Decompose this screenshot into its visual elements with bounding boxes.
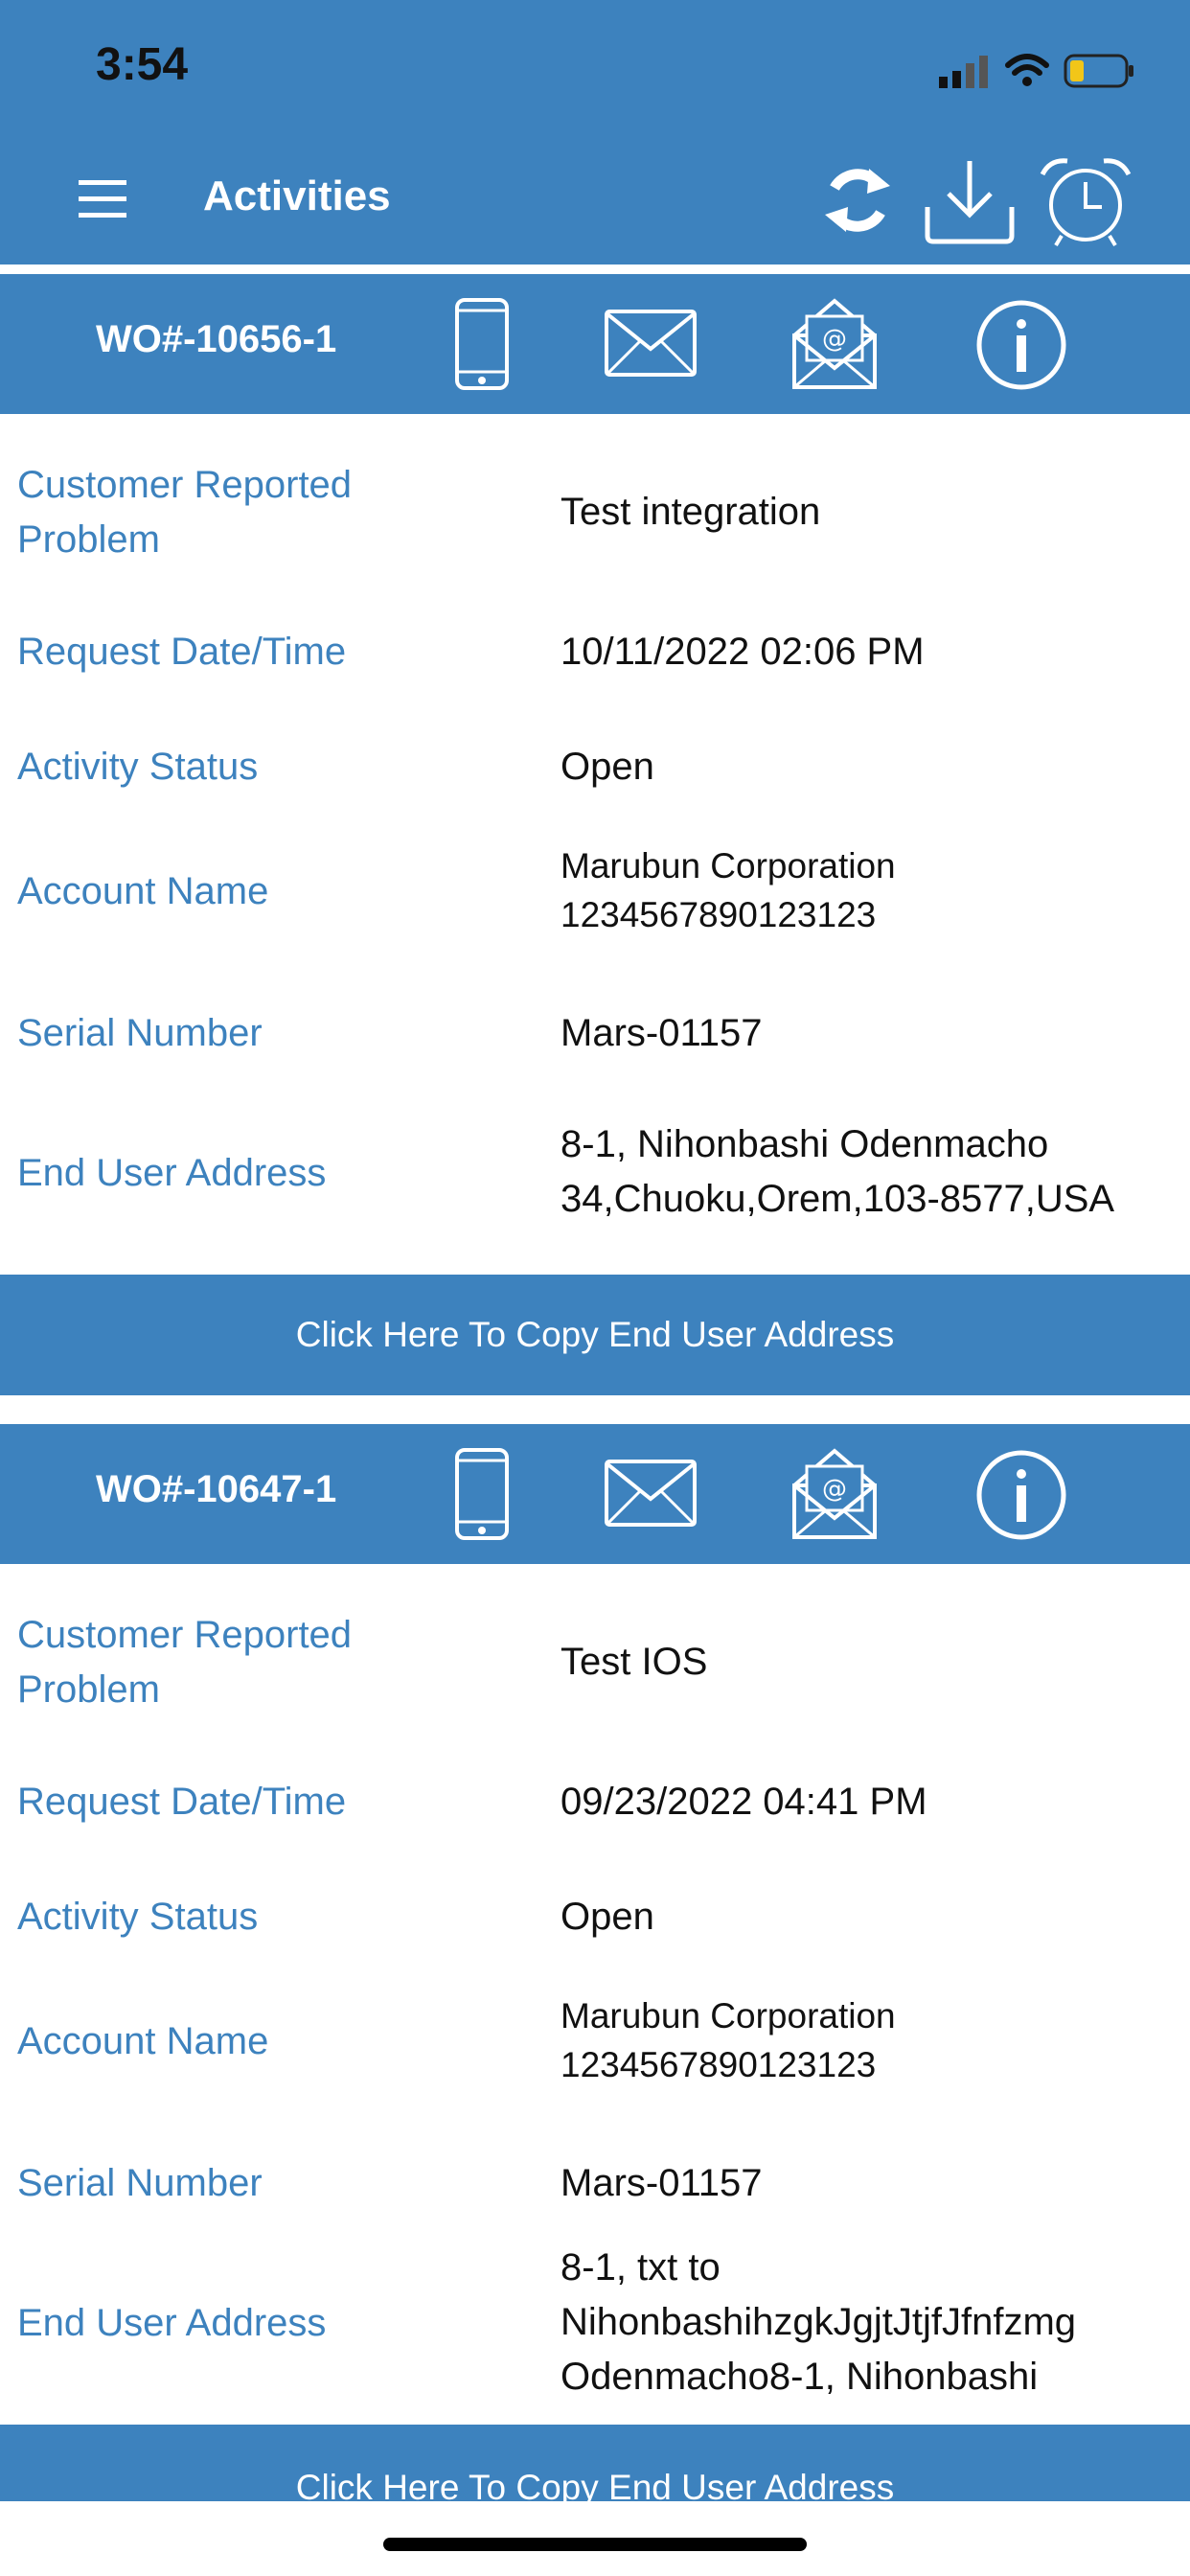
address-line: 8-1, txt to [561,2246,721,2288]
label-request-date: Request Date/Time [17,1781,347,1823]
address-line: 34,Chuoku,Orem,103-8577,USA [561,1178,1115,1220]
account-number-line: 1234567890123123 [561,895,877,934]
signal-icon [939,54,991,88]
phone-icon[interactable] [454,297,510,391]
download-icon[interactable] [922,155,1018,245]
svg-text:@: @ [822,1475,847,1504]
account-name-line: Marubun Corporation [561,846,896,886]
status-time: 3:54 [96,39,189,90]
label-account-name: Account Name [17,870,269,912]
work-order-number: WO#-10647-1 [96,1468,337,1510]
label-activity-status: Activity Status [17,1896,259,1938]
label-end-user-address: End User Address [17,1152,327,1194]
value-request-date: 10/11/2022 02:06 PM [561,631,925,673]
menu-icon[interactable] [79,178,126,220]
value-activity-status: Open [561,746,654,788]
email-at-icon[interactable]: @ [791,297,878,391]
value-end-user-address: 8-1, txt to NihonbashihzgkJgjtJtjfJfnfzm… [561,2241,1183,2404]
label-customer-problem: Customer Reported Problem [17,1614,353,1711]
label-account-name: Account Name [17,2020,269,2062]
value-request-date: 09/23/2022 04:41 PM [561,1781,927,1823]
work-order-number: WO#-10656-1 [96,318,337,360]
phone-icon[interactable] [454,1447,510,1541]
label-request-date: Request Date/Time [17,631,347,673]
svg-text:@: @ [822,325,847,354]
mail-icon[interactable] [604,309,698,378]
label-serial-number: Serial Number [17,2162,263,2204]
value-customer-problem: Test IOS [561,1641,708,1683]
alarm-clock-icon[interactable] [1037,153,1134,249]
label-activity-status: Activity Status [17,746,259,788]
value-serial-number: Mars-01157 [561,1012,763,1054]
address-line: Odenmacho8-1, Nihonbashi [561,2356,1039,2398]
mail-icon[interactable] [604,1459,698,1528]
value-account-name: Marubun Corporation 1234567890123123 [561,1991,1183,2089]
page-title: Activities [203,172,391,219]
email-at-icon[interactable]: @ [791,1447,878,1541]
value-account-name: Marubun Corporation 1234567890123123 [561,841,1183,939]
address-line: 8-1, Nihonbashi Odenmacho [561,1123,1049,1165]
value-activity-status: Open [561,1896,654,1938]
label-end-user-address: End User Address [17,2302,327,2344]
value-serial-number: Mars-01157 [561,2162,763,2204]
battery-icon [1064,52,1136,90]
label-serial-number: Serial Number [17,1012,263,1054]
sync-icon[interactable] [819,155,896,245]
copy-address-button[interactable]: Click Here To Copy End User Address [0,2425,1190,2501]
home-indicator [383,2538,807,2551]
wifi-icon [1004,52,1050,88]
copy-address-button[interactable]: Click Here To Copy End User Address [0,1275,1190,1395]
info-icon[interactable] [975,1449,1067,1541]
label-customer-problem: Customer Reported Problem [17,464,353,561]
info-icon[interactable] [975,299,1067,391]
value-end-user-address: 8-1, Nihonbashi Odenmacho 34,Chuoku,Orem… [561,1117,1183,1227]
value-customer-problem: Test integration [561,491,821,533]
account-number-line: 1234567890123123 [561,2045,877,2084]
address-line: NihonbashihzgkJgjtJtjfJfnfzmg [561,2301,1077,2343]
account-name-line: Marubun Corporation [561,1996,896,2036]
